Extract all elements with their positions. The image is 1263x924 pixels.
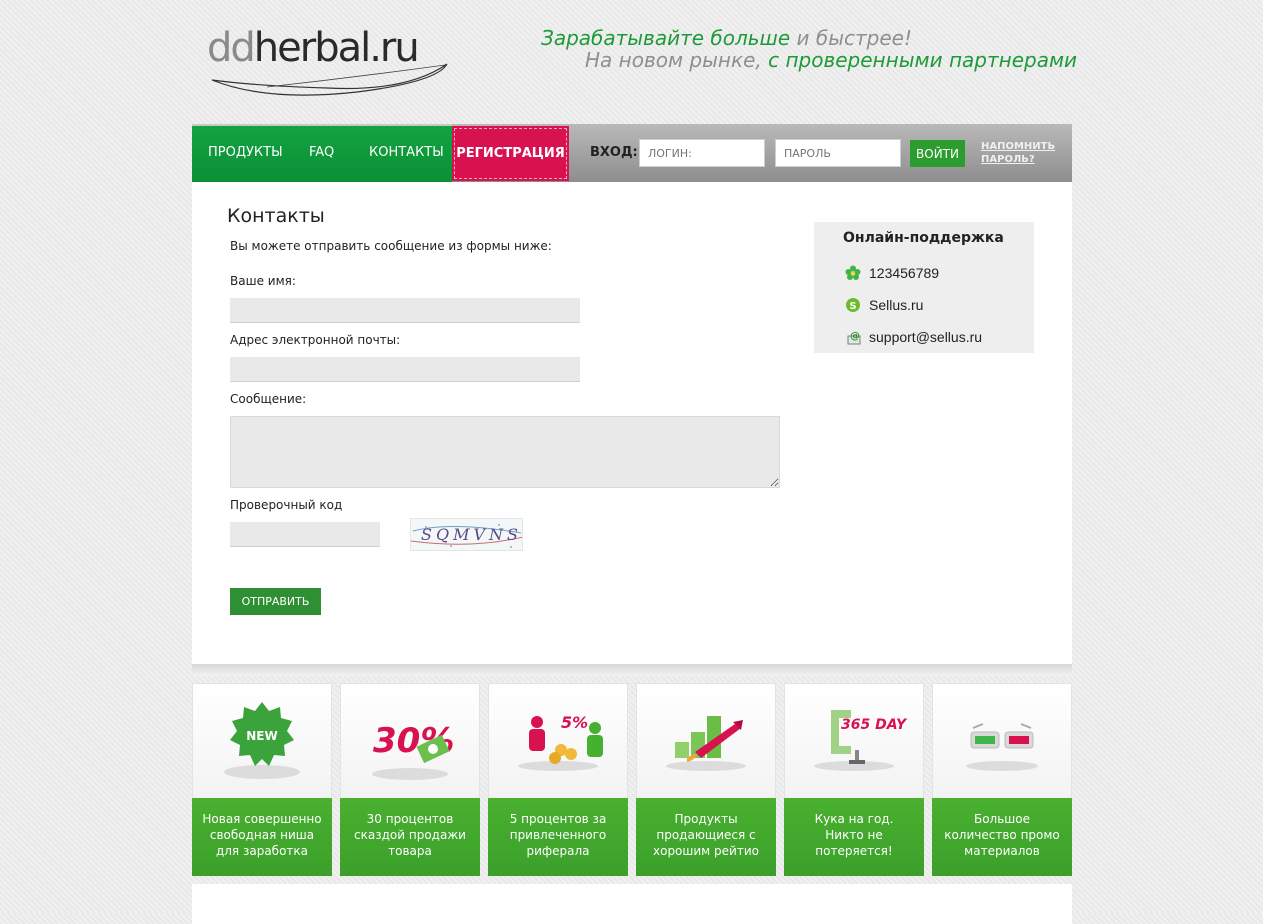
feature-caption-line: хорошим рейтио — [653, 844, 759, 858]
feature-caption-line: 30 процентов — [366, 812, 454, 826]
feature-image: 365 DAY — [785, 684, 923, 798]
panel-divider — [192, 664, 1072, 676]
support-icq-row: 123456789 — [845, 264, 939, 282]
support-icq: 123456789 — [869, 265, 940, 281]
feature-caption-line: риферала — [526, 844, 590, 858]
support-skype: Sellus.ru — [869, 297, 924, 313]
feature-caption: Большое количество промо материалов — [932, 798, 1072, 876]
nav-products[interactable]: ПРОДУКТЫ — [208, 144, 283, 162]
feature-badge-0: NEW — [246, 729, 277, 743]
captcha-label: Проверочный код — [230, 498, 343, 512]
feature-caption-line: Новая совершенно — [202, 812, 322, 826]
nav-faq[interactable]: FAQ — [309, 144, 334, 162]
feature-caption: 5 процентов за привлеченного риферала — [488, 798, 628, 876]
feature-caption-line: Продукты — [674, 812, 738, 826]
feature-card-5-percent[interactable]: 5% 5 процентов за привлеченного риферала — [488, 683, 628, 876]
captcha-field[interactable] — [230, 522, 380, 547]
captcha-image: SQMVNS — [410, 518, 523, 551]
email-field[interactable] — [230, 357, 580, 382]
feature-caption: Новая совершенно свободная ниша для зара… — [192, 798, 332, 876]
feature-image: 30% — [341, 684, 479, 798]
referral-people-icon: 5% — [518, 713, 603, 771]
slogan-2-gray: На новом рынке, — [585, 48, 762, 72]
feature-image — [933, 684, 1071, 798]
3d-glasses-icon — [966, 723, 1038, 771]
remind-line-1: НАПОМНИТЬ — [981, 141, 1056, 152]
feature-caption-line: 5 процентов за — [509, 812, 607, 826]
support-email-row[interactable]: @ support@sellus.ru — [845, 328, 982, 346]
feature-caption-line: материалов — [964, 844, 1040, 858]
login-label: ВХОД: — [590, 145, 638, 160]
svg-text:@: @ — [850, 331, 860, 342]
nav-register-button[interactable]: РЕГИСТРАЦИЯ — [452, 126, 569, 181]
clamp-365-icon: 365 DAY — [814, 710, 908, 771]
feature-image — [637, 684, 775, 798]
feature-caption: 30 процентов сказдой продажи товара — [340, 798, 480, 876]
feature-caption-line: Кука на год. — [814, 812, 894, 826]
name-label: Ваше имя: — [230, 274, 296, 288]
feature-card-30-percent[interactable]: 30% 30 процентов сказдой продажи товара — [340, 683, 480, 876]
feature-caption-line: Никто не — [825, 828, 883, 842]
feature-badge-4: 365 DAY — [841, 717, 908, 733]
svg-text:S: S — [849, 301, 856, 312]
feature-card-rating[interactable]: Продукты продающиеся с хорошим рейтио — [636, 683, 776, 876]
feature-caption-line: Большое — [973, 812, 1031, 826]
feature-caption-line: продающиеся с — [656, 828, 756, 842]
form-intro: Вы можете отправить сообщение из формы н… — [230, 239, 552, 253]
feature-caption: Продукты продающиеся с хорошим рейтио — [636, 798, 776, 876]
feature-caption-line: товара — [388, 844, 432, 858]
feature-caption-line: потеряется! — [815, 844, 893, 858]
support-skype-row: S Sellus.ru — [845, 296, 923, 314]
feature-caption-line: свободная ниша — [209, 828, 315, 842]
icq-flower-icon — [845, 265, 861, 281]
feature-caption-line: количество промо — [944, 828, 1060, 842]
feature-caption-line: для заработка — [215, 844, 309, 858]
page-title: Контакты — [227, 205, 325, 227]
message-label: Сообщение: — [230, 392, 307, 406]
remind-password-link[interactable]: НАПОМНИТЬ ПАРОЛЬ? — [981, 140, 1055, 166]
remind-line-2: ПАРОЛЬ? — [981, 154, 1035, 165]
feature-badge-2: 5% — [561, 713, 588, 732]
email-at-icon: @ — [845, 329, 861, 345]
feature-caption: Кука на год. Никто не потеряется! — [784, 798, 924, 876]
nav-register-label: РЕГИСТРАЦИЯ — [454, 128, 567, 179]
password-input[interactable] — [775, 139, 901, 167]
support-title: Онлайн-поддержка — [843, 230, 1004, 246]
feature-image: NEW — [193, 684, 331, 798]
message-textarea[interactable] — [230, 416, 780, 488]
feature-caption-line: сказдой продажи — [354, 828, 466, 842]
feature-caption-line: привлеченного — [509, 828, 607, 842]
email-label: Адрес электронной почты: — [230, 333, 401, 347]
slogan-line-2: На новом рынке, с проверенными партнерам… — [585, 47, 1085, 73]
login-button[interactable]: ВОЙТИ — [910, 140, 965, 167]
feature-card-promo[interactable]: Большое количество промо материалов — [932, 683, 1072, 876]
money-percent-icon: 30% — [372, 721, 454, 780]
skype-icon: S — [845, 297, 861, 313]
feature-card-365-day[interactable]: 365 DAY Кука на год. Никто не потеряется… — [784, 683, 924, 876]
captcha-text: SQMVNS — [421, 525, 522, 544]
nav-contacts[interactable]: КОНТАКТЫ — [369, 144, 444, 162]
rocket-chart-icon — [666, 716, 746, 771]
site-logo[interactable]: ddherbal.ru — [207, 22, 452, 97]
new-badge-icon: NEW — [224, 702, 300, 779]
send-button[interactable]: ОТПРАВИТЬ — [230, 588, 321, 615]
feature-image: 5% — [489, 684, 627, 798]
login-input[interactable] — [639, 139, 765, 167]
name-field[interactable] — [230, 298, 580, 323]
slogan-2-green: с проверенными партнерами — [761, 48, 1078, 72]
bottom-section — [192, 884, 1072, 924]
support-email[interactable]: support@sellus.ru — [869, 328, 982, 346]
leaf-logo-icon — [211, 63, 448, 96]
feature-card-new[interactable]: NEW Новая совершенно свободная ниша для … — [192, 683, 332, 876]
